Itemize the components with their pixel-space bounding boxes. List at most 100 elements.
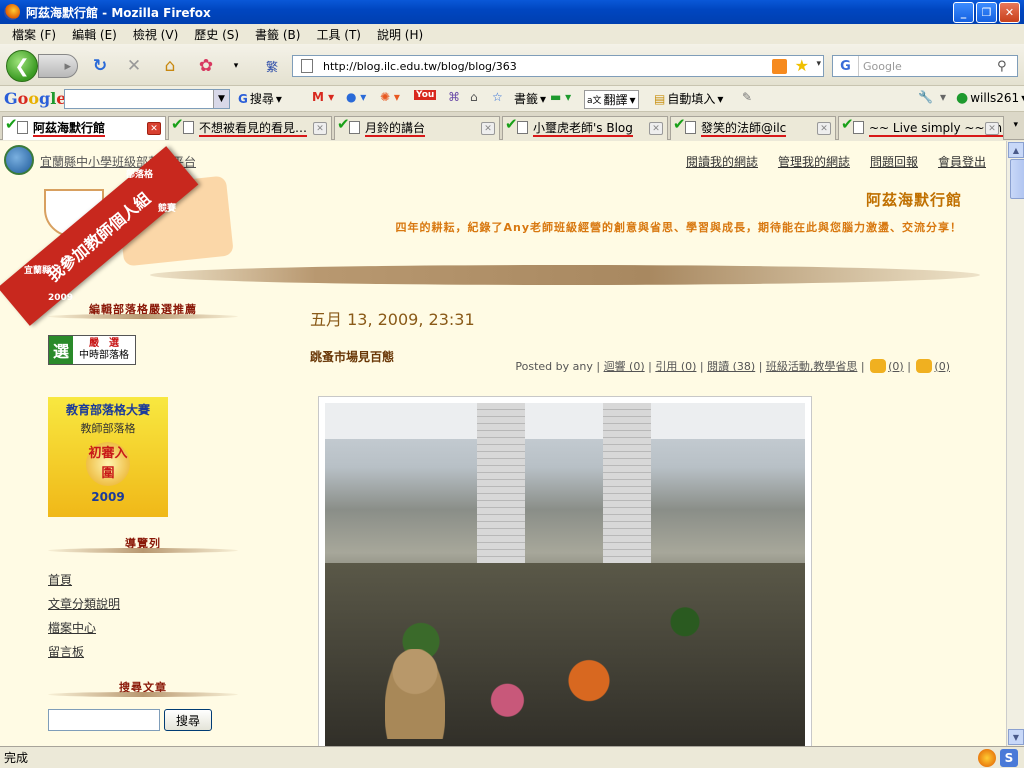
maximize-button[interactable]: ❐ [976, 2, 997, 23]
star-bookmark-icon[interactable]: ☆ [492, 90, 503, 104]
reply-link[interactable]: 迴響 (0) [604, 358, 645, 374]
logout-link[interactable]: 會員登出 [938, 153, 986, 170]
search-input[interactable]: Google [859, 60, 997, 73]
home-icon[interactable]: ⌂ [160, 56, 180, 76]
forward-button[interactable]: ▸ [38, 54, 78, 78]
window-title: 阿茲海默行館 - Mozilla Firefox [26, 5, 211, 20]
sidebar: 編輯部落格嚴選推薦 選 嚴 選中時部落格 教育部落格大賽 教師部落格 初審入圍 … [48, 301, 238, 731]
report-issue-link[interactable]: 問題回報 [870, 153, 918, 170]
thumbs-down-icon[interactable] [916, 359, 933, 373]
pencil-icon[interactable]: ✎ [742, 90, 752, 104]
sidebar-nav-list: 首頁 文章分類說明 檔案中心 留言板 [48, 571, 238, 667]
gmail-icon[interactable]: M ▾ [312, 90, 334, 104]
menu-help[interactable]: 說明 (H) [371, 26, 429, 43]
chinatimes-badge[interactable]: 選 嚴 選中時部落格 [48, 335, 136, 365]
read-my-blog-link[interactable]: 閱讀我的網誌 [686, 153, 758, 170]
close-tab-icon[interactable]: ✕ [481, 122, 495, 135]
menu-history[interactable]: 歷史 (S) [188, 26, 245, 43]
tab-1[interactable]: ✔ 不想被看見的看見… ✕ [168, 116, 332, 140]
stop-icon[interactable]: ✕ [124, 56, 144, 76]
minimize-button[interactable]: _ [953, 2, 974, 23]
autofill-button[interactable]: ▤ 自動填入 ▾ [654, 90, 723, 107]
thumbs-down-count[interactable]: (0) [934, 360, 950, 373]
cite-link[interactable]: 引用 (0) [655, 358, 696, 374]
scroll-thumb[interactable] [1010, 159, 1024, 199]
firefox-status-icon[interactable] [978, 749, 996, 767]
status-text: 完成 [4, 751, 29, 765]
close-tab-icon[interactable]: ✕ [147, 122, 161, 135]
blog-contest-badge[interactable]: 教育部落格大賽 教師部落格 初審入圍 2009 [48, 397, 168, 517]
url-bar[interactable]: http://blog.ilc.edu.tw/blog/blog/363 ★ ▾ [292, 55, 824, 77]
tab-list-icon[interactable]: ▾ [1013, 120, 1018, 130]
nav-categories-link[interactable]: 文章分類說明 [48, 595, 238, 619]
thumbs-up-count[interactable]: (0) [888, 360, 904, 373]
search-icon[interactable]: ⚲ [997, 59, 1017, 74]
globe-icon[interactable]: ● ▾ [346, 90, 366, 104]
check-icon: ✔ [337, 116, 350, 133]
posted-by: Posted by any | [515, 359, 601, 373]
google-search-button[interactable]: G 搜尋 ▾ [238, 90, 282, 107]
check-icon: ✔ [505, 116, 518, 133]
tab-0[interactable]: ✔ 阿茲海默行館 ✕ [2, 116, 166, 140]
category-link[interactable]: 班級活動,教學省思 [766, 358, 858, 374]
youtube-icon[interactable]: You [414, 90, 437, 100]
picasa-icon[interactable]: ✺ ▾ [380, 90, 400, 104]
thumbs-up-icon[interactable] [870, 359, 887, 373]
check-icon: ✔ [841, 116, 854, 133]
close-tab-icon[interactable]: ✕ [817, 122, 831, 135]
rss-icon[interactable] [772, 59, 787, 74]
addon-icon[interactable]: ✿ [196, 56, 216, 76]
nav-files-link[interactable]: 檔案中心 [48, 619, 238, 643]
account-button[interactable]: ●wills261 ▾ [956, 90, 1024, 106]
institution-icon[interactable]: ⌂ [470, 90, 478, 104]
ribbon-main-text: 我參加教師個人組 [0, 146, 199, 326]
search-box[interactable]: G Google ⚲ [832, 55, 1018, 77]
ribbon-blog: 部落格 [126, 170, 154, 180]
dropdown-icon[interactable]: ▾ [226, 56, 246, 76]
bookmarks-button[interactable]: 書籤 ▾ [514, 90, 546, 107]
menu-edit[interactable]: 編輯 (E) [66, 26, 123, 43]
traditional-chinese-button[interactable]: 繁 [262, 56, 282, 76]
translate-button[interactable]: a文 翻譯 ▾ [584, 90, 639, 109]
post-area: 五月 13, 2009, 23:31 跳蚤市場見百態 Posted by any… [310, 306, 950, 746]
google-engine-icon[interactable]: G [833, 56, 859, 76]
badge1-top: 嚴 選 [89, 338, 119, 349]
article-search-input[interactable] [48, 709, 160, 731]
url-dropdown-icon[interactable]: ▾ [816, 59, 821, 69]
ribbon-county: 宜蘭縣 [24, 266, 52, 276]
manage-my-blog-link[interactable]: 管理我的網誌 [778, 153, 850, 170]
settings-dropdown-icon[interactable]: ▾ [940, 90, 946, 104]
chevron-down-icon[interactable]: ▼ [213, 90, 229, 108]
article-search-button[interactable]: 搜尋 [164, 709, 212, 731]
tab-2[interactable]: ✔ 月鈴的講台 ✕ [334, 116, 500, 140]
badge2-line2: 教師部落格 [80, 422, 136, 435]
bookmark-star-icon[interactable]: ★ [795, 56, 809, 75]
contest-ribbon[interactable]: 我參加教師個人組 宜蘭縣 2009 部落格 競賽 [0, 146, 199, 326]
nav-guestbook-link[interactable]: 留言板 [48, 643, 238, 667]
blog-title[interactable]: 阿茲海默行館 [866, 189, 962, 210]
google-search-field[interactable]: ▼ [64, 89, 230, 109]
post-photo[interactable] [318, 396, 812, 746]
pagerank-icon[interactable]: ▬ ▾ [550, 90, 571, 104]
scroll-up-icon[interactable]: ▲ [1008, 142, 1024, 158]
wrench-icon[interactable]: 🔧 [918, 90, 933, 104]
share-icon[interactable]: ⌘ [448, 90, 460, 104]
back-button[interactable]: ❮ [6, 50, 38, 82]
close-tab-icon[interactable]: ✕ [985, 122, 999, 135]
reload-icon[interactable]: ↻ [90, 56, 110, 76]
menu-bookmarks[interactable]: 書籤 (B) [249, 26, 306, 43]
tab-4[interactable]: ✔ 發笑的法師@ilc ✕ [670, 116, 836, 140]
menu-tools[interactable]: 工具 (T) [310, 26, 367, 43]
reads-link[interactable]: 閱讀 (38) [707, 358, 755, 374]
menu-view[interactable]: 檢視 (V) [127, 26, 184, 43]
tab-3[interactable]: ✔ 小璽虎老師's Blog ✕ [502, 116, 668, 140]
menu-file[interactable]: 檔案 (F) [6, 26, 62, 43]
vertical-scrollbar[interactable]: ▲ ▼ [1006, 141, 1024, 746]
close-tab-icon[interactable]: ✕ [649, 122, 663, 135]
close-tab-icon[interactable]: ✕ [313, 122, 327, 135]
nav-home-link[interactable]: 首頁 [48, 571, 238, 595]
close-window-button[interactable]: ✕ [999, 2, 1020, 23]
tab-5[interactable]: ✔ ~~ Live simply ~~Lin… ✕ [838, 116, 1004, 140]
scroll-down-icon[interactable]: ▼ [1008, 729, 1024, 745]
skype-icon[interactable]: S [1000, 749, 1018, 767]
